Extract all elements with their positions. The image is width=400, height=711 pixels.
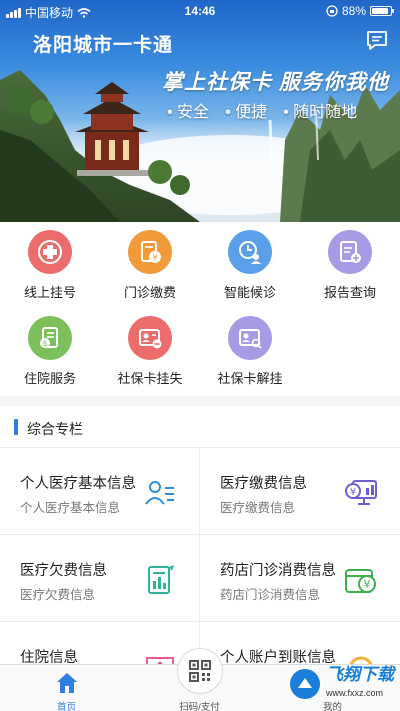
tab-label: 扫码/支付 [179,702,220,711]
svg-text:¥: ¥ [350,487,356,498]
service-report-query[interactable]: 报告查询 [300,230,400,301]
inpatient-money-icon: $ [28,316,72,360]
monitor-payment-icon: ¥ [345,480,377,505]
service-label: 社保卡挂失 [117,371,183,386]
feature-convenient: 便捷 [225,98,267,122]
card-subtitle: 药店门诊消费信息 [220,588,321,602]
section-header: 综合专栏 [0,406,400,448]
app-title: 洛阳城市一卡通 [33,35,174,56]
card-pharmacy-consumption-info[interactable]: 药店门诊消费信息 药店门诊消费信息 ¥ [200,535,400,622]
watermark: 飞翔下载 www.fxxz.com [288,666,394,702]
banner-slogan: 掌上社保卡 服务你我他 [162,71,389,94]
wallet-yen-icon: ¥ [345,569,376,593]
service-card-report-loss[interactable]: 社保卡挂失 [100,316,200,387]
card-personal-account-arrival-info[interactable]: 个人账户到账信息 [200,622,400,668]
scan-button[interactable] [177,648,223,694]
tab-label: 首页 [56,702,76,711]
svg-text:$: $ [42,339,47,348]
card-inpatient-info[interactable]: 住院信息 [0,622,200,668]
card-subtitle: 医疗欠费信息 [20,588,96,602]
bill-yen-icon: ¥ [128,230,172,274]
card-subtitle: 个人医疗基本信息 [20,501,121,515]
report-add-icon [328,230,372,274]
info-card-grid: 个人医疗基本信息 个人医疗基本信息 医疗缴费信息 医疗缴费信息 ¥ 医疗欠费信息… [0,448,400,668]
status-bar: 中国移动 14:46 88% [0,0,400,22]
qr-code-icon [189,660,211,682]
card-medical-payment-info[interactable]: 医疗缴费信息 医疗缴费信息 ¥ [200,448,400,535]
service-label: 门诊缴费 [123,285,176,300]
service-label: 社保卡解挂 [217,371,283,386]
feature-safe: 安全 [167,98,209,122]
service-label: 智能候诊 [223,285,276,300]
user-list-icon [145,481,174,505]
service-label: 线上挂号 [23,285,76,300]
watermark-text: 飞翔下载 [326,665,394,684]
watermark-url: www.fxxz.com [326,688,384,698]
svg-text:¥: ¥ [152,253,157,262]
battery-percent: 88% [341,4,366,18]
card-minus-icon [128,316,172,360]
banner[interactable]: 中国移动 14:46 88% 洛阳城市一卡通 掌上社保卡 服务你我他 安全 便捷… [0,0,400,222]
service-grid: 线上挂号 ¥ 门诊缴费 智能候诊 报告查询 $ 住院服务 社保卡挂失 社保卡解挂 [0,222,400,396]
hospital-cross-icon [28,230,72,274]
svg-text:¥: ¥ [364,578,371,591]
card-title: 医疗欠费信息 [20,563,107,579]
feature-anytime: 随时随地 [283,98,357,122]
clock-user-icon [228,230,272,274]
card-search-icon [228,316,272,360]
watermark-logo-icon [288,667,322,701]
banner-features: 安全 便捷 随时随地 [167,98,357,122]
home-icon [57,673,77,693]
service-outpatient-payment[interactable]: ¥ 门诊缴费 [100,230,200,301]
service-label: 报告查询 [323,285,376,300]
card-subtitle: 医疗缴费信息 [220,501,296,515]
card-personal-medical-info[interactable]: 个人医疗基本信息 个人医疗基本信息 [0,448,200,535]
service-inpatient[interactable]: $ 住院服务 [0,316,100,387]
card-title: 药店门诊消费信息 [220,563,336,579]
section-accent-bar [14,419,18,435]
battery-icon [370,6,394,16]
rotation-lock-icon [326,5,338,17]
service-smart-waiting[interactable]: 智能候诊 [200,230,300,301]
section-title: 综合专栏 [27,421,83,437]
message-icon[interactable] [365,28,389,52]
card-title: 医疗缴费信息 [220,476,307,492]
card-medical-arrears-info[interactable]: 医疗欠费信息 医疗欠费信息 [0,535,200,622]
tab-home[interactable]: 首页 [0,665,133,711]
service-online-registration[interactable]: 线上挂号 [0,230,100,301]
service-label: 住院服务 [23,371,76,386]
card-title: 个人医疗基本信息 [20,476,136,492]
document-chart-icon [148,565,174,594]
service-card-unlock[interactable]: 社保卡解挂 [200,316,300,387]
